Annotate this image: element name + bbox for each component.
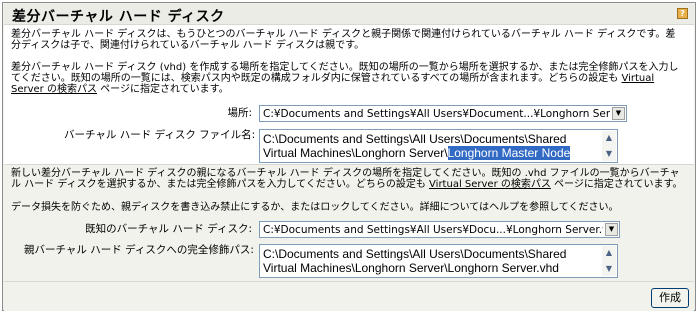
parent-path-label: 親バーチャル ハード ディスクへの完全修飾パス: [24,244,254,256]
differencing-disk-panel: 差分バーチャル ハード ディスク ? 差分バーチャル ハード ディスクは、もうひ… [2,2,696,311]
known-disks-select[interactable]: C:¥Documents and Settings¥All Users¥Docu… [259,221,620,238]
footer: 作成 [4,281,694,311]
parent-disk-section: 新しい差分バーチャル ハード ディスクの親になるバーチャル ハード ディスクの場… [4,164,694,282]
location-label: 場所: [227,107,252,119]
filename-label: バーチャル ハード ディスク ファイル名: [64,129,256,141]
help-icon[interactable]: ? [677,8,688,19]
parent-path-input-text: C:\Documents and Settings\All Users\Docu… [263,247,567,275]
parent-path-input[interactable]: C:\Documents and Settings\All Users\Docu… [259,244,618,278]
panel-header: 差分バーチャル ハード ディスク ? [4,4,694,25]
location-select[interactable]: C:¥Documents and Settings¥All Users¥Docu… [259,105,627,122]
scroll-up-icon[interactable]: ▲ [602,131,616,145]
create-button[interactable]: 作成 [651,288,689,308]
data-loss-warning: データ損失を防ぐため、親ディスクを書き込み禁止にするか、またはロックしてください… [11,202,619,213]
chevron-down-icon[interactable]: ▼ [612,107,625,120]
location-section: 差分バーチャル ハード ディスクは、もうひとつのバーチャル ハード ディスクと親… [4,25,694,164]
parent-description: 新しい差分バーチャル ハード ディスクの親になるバーチャル ハード ディスクの場… [11,168,683,190]
page-title: 差分バーチャル ハード ディスク [12,9,225,25]
location-select-value: C:¥Documents and Settings¥All Users¥Docu… [263,108,610,120]
selected-text: Longhorn Master Node [447,146,571,160]
scrollbar[interactable]: ▲ ▼ [602,246,616,276]
intro-description: 差分バーチャル ハード ディスクは、もうひとつのバーチャル ハード ディスクと親… [11,29,676,51]
known-disks-select-value: C:¥Documents and Settings¥All Users¥Docu… [263,224,603,236]
scrollbar[interactable]: ▲ ▼ [602,131,616,161]
chevron-down-icon[interactable]: ▼ [605,223,618,236]
scroll-up-icon[interactable]: ▲ [602,246,616,260]
search-path-link-2[interactable]: Virtual Server の検索パス [429,179,551,190]
scroll-down-icon[interactable]: ▼ [602,147,616,161]
known-disks-label: 既知のバーチャル ハード ディスク: [85,223,252,235]
filename-input[interactable]: C:\Documents and Settings\All Users\Docu… [259,129,618,163]
filename-input-text: C:\Documents and Settings\All Users\Docu… [263,132,571,160]
scroll-down-icon[interactable]: ▼ [602,262,616,276]
location-description: 差分バーチャル ハード ディスク (vhd) を作成する場所を指定してください。… [11,62,679,95]
